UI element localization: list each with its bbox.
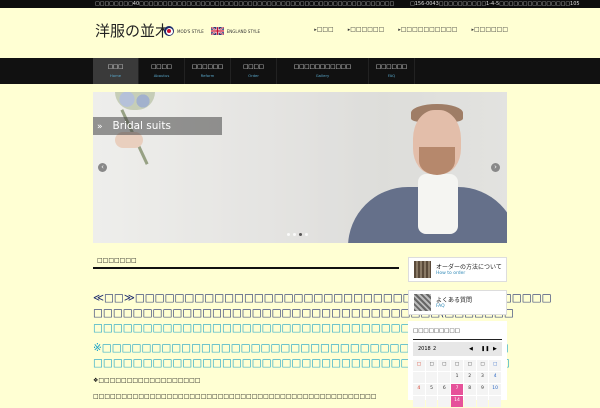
news-line-1: ≪□□≫□□□□□□□□□□□□□□□□□□□□□□□□□□□□□□□□□□□□… (93, 292, 552, 304)
slider-dot-1[interactable] (287, 233, 290, 236)
nav-order[interactable]: □□□□ Order (231, 58, 277, 84)
calendar-day (425, 396, 438, 407)
calendar-day (425, 372, 438, 383)
news-line-4: ※□□□□□□□□□□□□□□□□□□□□□□□□□□□□□□□□□□□□□□□… (93, 342, 509, 354)
calendar-year: 2018 (418, 346, 431, 352)
topnav-item-1[interactable]: □□□ (314, 26, 334, 33)
order-guide-sub: How to order (436, 271, 466, 276)
news-line-5: □□□□□□□□□□□□□□□□□□□□□□□□□□□□□□□□□□□□□□□□… (93, 357, 510, 369)
calendar-day: 3 (476, 372, 489, 383)
weekday-wed: □ (451, 360, 463, 371)
slider-dots (287, 233, 308, 236)
calendar-day-highlight: 14 (451, 396, 463, 407)
calendar-day: 6 (438, 384, 451, 395)
calendar-day-highlight: 7 (451, 384, 463, 395)
top-info-bar: □□□□□□□□40□□□□□□□□□□□□□□□□□□□□□□□□□□□□□□… (0, 0, 600, 8)
calendar-grid: □ □ □ □ □ □ □ 1 2 3 4 4 5 6 7 8 9 10 14 (413, 360, 502, 408)
weekday-mon: □ (425, 360, 438, 371)
weekday-sat: □ (489, 360, 502, 371)
calendar-prev-icon[interactable]: ◀ (469, 346, 473, 352)
knit-thumb-icon (414, 294, 431, 311)
faq-banner[interactable]: よくある質問 FAQ (408, 290, 507, 315)
calendar-month: 2 (433, 346, 437, 352)
weekday-thu: □ (463, 360, 476, 371)
order-guide-title: オーダーの方法について (436, 264, 502, 271)
calendar-day (413, 396, 425, 407)
calendar-day: 9 (476, 384, 489, 395)
calendar-day (438, 372, 451, 383)
news-note-2: □□□□□□□□□□□□□□□□□□□□□□□□□□□□□□□□□□□□□□□□… (93, 393, 377, 400)
hero-slider[interactable]: » Bridal suits ‹ › (93, 92, 507, 243)
calendar-day (438, 396, 451, 407)
union-jack-icon (210, 27, 224, 35)
brand-tagline: MOD'S STYLE ENGLAND STYLE (164, 26, 260, 36)
topnav-item-3[interactable]: □□□□□□□□□□ (398, 26, 458, 33)
faq-sub: FAQ (436, 304, 445, 309)
news-heading: □□□□□□□ (93, 257, 399, 269)
slider-prev-button[interactable]: ‹ (98, 163, 107, 172)
nav-reform[interactable]: □□□□□□ Reform (185, 58, 231, 84)
nav-aboutus[interactable]: □□□□ Aboutus (139, 58, 185, 84)
top-navigation: □□□ □□□□□□ □□□□□□□□□□ □□□□□□ (314, 26, 508, 33)
news-line-3: □□□□□□□□□□□□□□□□□□□□□□□□□□□□□□□□□□□□□□□□… (93, 322, 500, 334)
top-address-text: □156-0043□□□□□□□□□□1-4-5□□□□□□□□□□□□□□□1… (410, 1, 580, 7)
calendar-next-icon[interactable]: ▶ (493, 346, 497, 352)
england-style-label: ENGLAND STYLE (226, 28, 260, 34)
main-navigation: □□□ Home □□□□ Aboutus □□□□□□ Reform □□□□ Ord… (0, 58, 600, 84)
calendar-day: 2 (463, 372, 476, 383)
topnav-item-2[interactable]: □□□□□□ (348, 26, 384, 33)
news-note-1: ❖□□□□□□□□□□□□□□□□□□ (93, 377, 201, 384)
mods-target-icon (164, 26, 174, 36)
order-guide-banner[interactable]: オーダーの方法について How to order (408, 257, 507, 282)
nav-faq[interactable]: □□□□□□ FAQ (369, 58, 415, 84)
mods-style-label: MOD'S STYLE (177, 28, 204, 34)
calendar-day: 4 (413, 384, 425, 395)
slider-dot-3[interactable] (299, 233, 302, 236)
calendar-day: 1 (451, 372, 463, 383)
news-line-2: □□□□□□□□□□□□□□□□□□□□□□□□□□□□□□□□□□□(□□□□… (93, 307, 514, 319)
calendar-day (476, 396, 489, 407)
slider-dot-2[interactable] (293, 233, 296, 236)
slider-dot-4[interactable] (305, 233, 308, 236)
site-logo[interactable]: 洋服の並木 (95, 20, 170, 41)
nav-home[interactable]: □□□ Home (93, 58, 139, 84)
calendar-day: 8 (463, 384, 476, 395)
slider-next-button[interactable]: › (491, 163, 500, 172)
fabric-thumb-icon (414, 261, 431, 278)
calendar-pause-icon[interactable]: ❚❚ (481, 346, 489, 352)
calendar-day (489, 396, 502, 407)
calendar-day (413, 372, 425, 383)
calendar-header: 2018 2 ◀ ❚❚ ▶ (413, 342, 502, 356)
top-info-text: □□□□□□□□40□□□□□□□□□□□□□□□□□□□□□□□□□□□□□□… (95, 1, 395, 7)
calendar-day: 4 (489, 372, 502, 383)
calendar-day (463, 396, 476, 407)
calendar-day: 5 (425, 384, 438, 395)
slide-caption: » Bridal suits (93, 117, 222, 135)
faq-title: よくある質問 (436, 297, 473, 304)
weekday-fri: □ (476, 360, 489, 371)
weekday-tue: □ (438, 360, 451, 371)
nav-gallery[interactable]: □□□□□□□□□□□ Gallery (277, 58, 369, 84)
calendar-day: 10 (489, 384, 502, 395)
calendar-heading: □□□□□□□□□ (413, 328, 460, 334)
topnav-item-4[interactable]: □□□□□□ (471, 26, 508, 33)
weekday-sun: □ (413, 360, 425, 371)
